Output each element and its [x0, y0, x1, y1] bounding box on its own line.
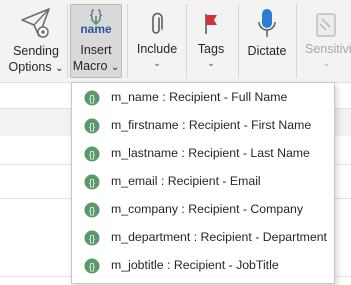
menu-item-label: m_name : Recipient - Full Name [111, 90, 288, 104]
sending-options-label-2: Options ⌄ [7, 60, 65, 76]
ribbon-separator [238, 4, 239, 78]
insert-macro-label-1: Insert [80, 43, 112, 57]
sending-options-label-1: Sending [13, 44, 59, 58]
chevron-down-icon: ⌄ [153, 58, 161, 68]
macro-item-icon: {} [84, 202, 100, 218]
menu-item-m-department[interactable]: {} m_department : Recipient - Department [72, 224, 334, 252]
sending-options-icon [21, 8, 50, 38]
svg-text:{}: {} [89, 178, 95, 188]
macro-item-icon: {} [84, 258, 100, 274]
ribbon-toolbar: Sending Options ⌄ { } name Insert Macro … [0, 0, 351, 82]
macro-name-text: name [80, 22, 112, 36]
chevron-down-icon: ⌄ [322, 58, 331, 68]
sensitivity-icon [315, 13, 336, 37]
chevron-down-icon: ⌄ [55, 63, 64, 74]
menu-item-m-lastname[interactable]: {} m_lastname : Recipient - Last Name [72, 140, 334, 168]
sensitivity-button[interactable]: Sensitivi ⌄ [302, 2, 351, 78]
menu-item-label: m_company : Recipient - Company [111, 202, 304, 216]
macro-item-icon: {} [84, 118, 100, 134]
macro-item-icon: {} [84, 174, 100, 190]
ribbon-separator [127, 4, 128, 78]
microphone-icon [258, 9, 276, 37]
menu-item-m-email[interactable]: {} m_email : Recipient - Email [72, 168, 334, 196]
macro-item-icon: {} [84, 90, 100, 106]
insert-macro-icon: { } name [76, 5, 116, 43]
svg-text:{}: {} [89, 94, 95, 104]
menu-item-m-company[interactable]: {} m_company : Recipient - Company [72, 196, 334, 224]
sensitivity-label: Sensitivi [305, 42, 351, 56]
chevron-down-icon: ⌄ [110, 62, 120, 73]
macro-item-icon: {} [84, 230, 100, 246]
include-label: Include [136, 42, 178, 56]
insert-macro-menu: {} m_name : Recipient - Full Name {} m_f… [71, 82, 335, 284]
dictate-button[interactable]: Dictate [243, 2, 291, 78]
macro-item-icon: {} [84, 146, 100, 162]
svg-text:{}: {} [89, 262, 95, 272]
ribbon-separator [67, 4, 68, 78]
svg-text:{}: {} [89, 122, 95, 132]
sending-options-button[interactable]: Sending Options ⌄ [7, 2, 65, 78]
insert-macro-button[interactable]: { } name Insert Macro ⌄ [70, 4, 122, 78]
chevron-down-icon: ⌄ [207, 58, 215, 68]
sending-options-label-2-text: Options [8, 60, 52, 74]
svg-text:{}: {} [89, 234, 95, 244]
svg-text:{}: {} [89, 150, 95, 160]
menu-item-label: m_lastname : Recipient - Last Name [111, 146, 310, 160]
menu-item-label: m_jobtitle : Recipient - JobTitle [111, 258, 279, 272]
ribbon-separator [186, 4, 187, 78]
dictate-label: Dictate [247, 44, 287, 58]
tags-button[interactable]: Tags ⌄ [190, 2, 232, 78]
menu-item-label: m_firstname : Recipient - First Name [111, 118, 312, 132]
menu-item-label: m_email : Recipient - Email [111, 174, 261, 188]
include-button[interactable]: Include ⌄ [132, 2, 182, 78]
insert-macro-label-2-text: Macro [72, 59, 108, 73]
menu-item-label: m_department : Recipient - Department [111, 230, 327, 244]
svg-text:{}: {} [89, 206, 95, 216]
menu-item-m-jobtitle[interactable]: {} m_jobtitle : Recipient - JobTitle [72, 252, 334, 280]
paperclip-icon [152, 12, 163, 34]
menu-item-m-name[interactable]: {} m_name : Recipient - Full Name [72, 84, 334, 112]
insert-macro-label-2: Macro ⌄ [71, 59, 121, 75]
tags-label: Tags [197, 42, 225, 56]
flag-icon [205, 14, 217, 34]
menu-item-m-firstname[interactable]: {} m_firstname : Recipient - First Name [72, 112, 334, 140]
ribbon-separator [296, 4, 297, 78]
